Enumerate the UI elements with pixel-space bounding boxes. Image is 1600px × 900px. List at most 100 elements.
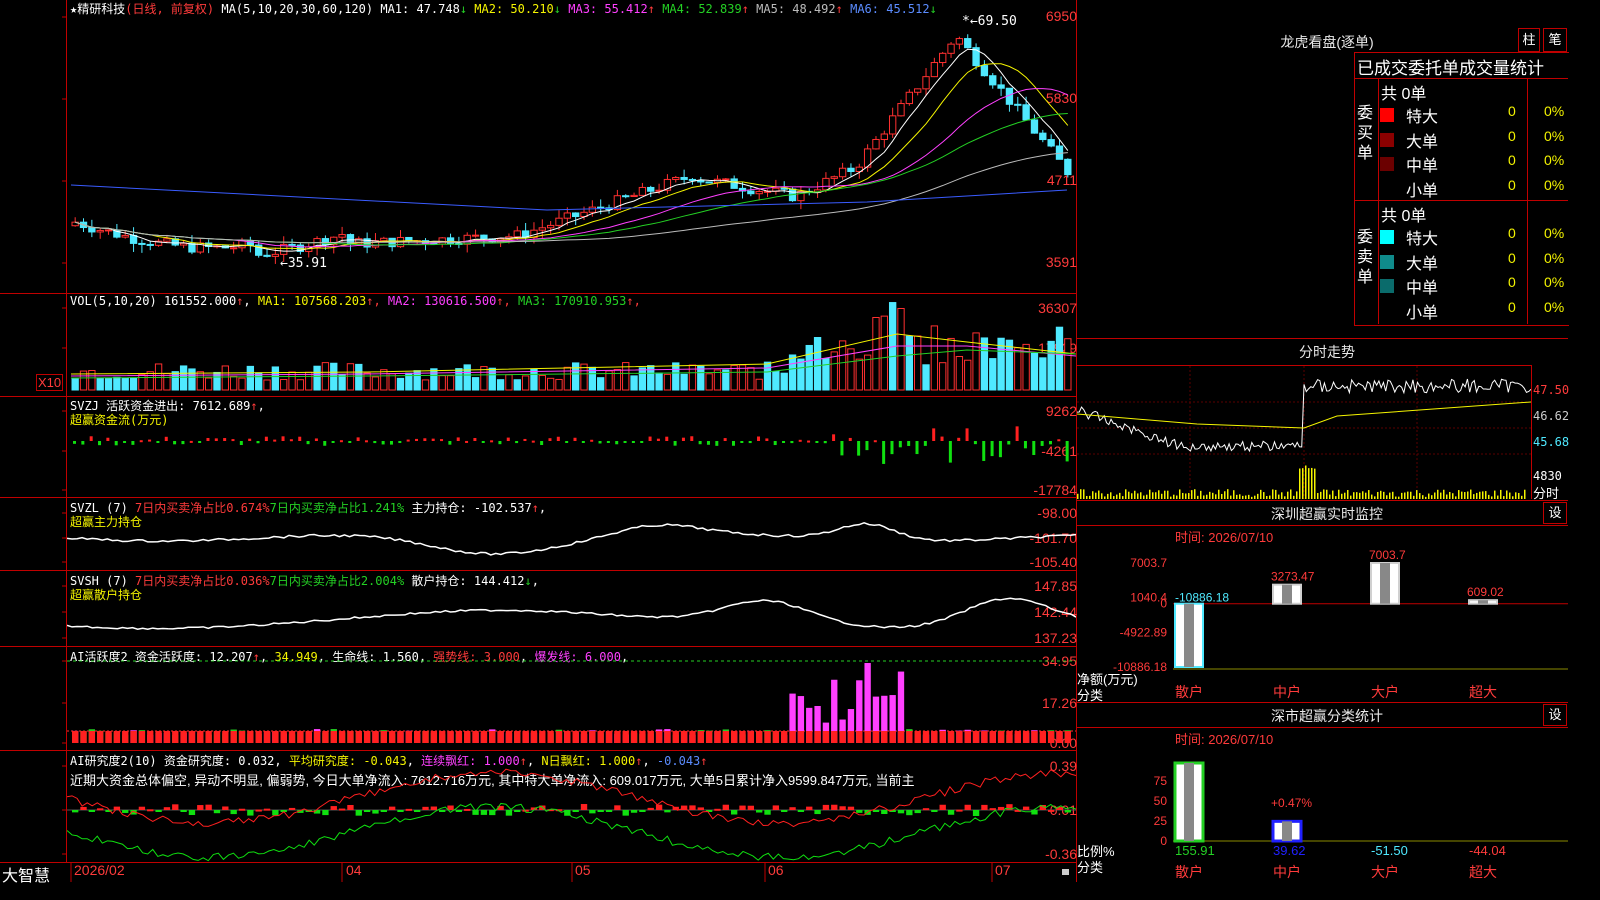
flow-bar (273, 439, 277, 442)
activity-base (105, 731, 112, 743)
volume-bar (204, 377, 213, 391)
research-bar (514, 810, 521, 812)
intraday-vol-bar (1473, 494, 1475, 499)
research-bar (338, 808, 346, 811)
intraday-vol-bar (1197, 495, 1199, 499)
realtime-bar-chart[interactable]: 7003.71040.40-4922.89-10886.18-10886.18散… (1077, 541, 1568, 701)
intraday-vol-bar (1395, 496, 1397, 499)
research-bar (822, 804, 830, 810)
order-count: 0 (1508, 103, 1516, 119)
flow-bar (882, 441, 886, 464)
flow-bar (890, 441, 894, 455)
volume-chart[interactable] (67, 294, 1076, 396)
intraday-vol-bar (1266, 495, 1268, 499)
volume-bar (939, 362, 947, 391)
activity-chart[interactable] (67, 647, 1076, 750)
flow-bar (631, 441, 635, 443)
candle (238, 240, 246, 249)
color-swatch (1380, 254, 1394, 269)
intraday-vol-bar (1356, 492, 1358, 499)
volume-bar (905, 335, 914, 391)
classify-bar-chart[interactable]: 75 50 25 0 +0.47% 155.91 散户 39.62 中户 -51.50 大户 -44.… (1077, 743, 1568, 883)
longhu-grid (1354, 200, 1568, 201)
volume-bar (313, 365, 321, 391)
research-bar (589, 810, 596, 814)
activity-base (1056, 731, 1063, 743)
research-bar (80, 806, 87, 810)
realtime-settings-button[interactable]: 设 (1543, 502, 1567, 524)
main-force-holding-chart[interactable] (67, 498, 1076, 570)
volume-bar (513, 379, 521, 391)
research-bar (505, 810, 513, 816)
lock-icon (1062, 869, 1069, 875)
order-count: 0 (1508, 298, 1516, 315)
intraday-vol-bar (1149, 489, 1151, 499)
category-label: 中户 (1273, 684, 1301, 700)
classify-settings-button[interactable]: 设 (1543, 704, 1567, 726)
intraday-vol-bar (1371, 494, 1373, 499)
order-pct: 0% (1544, 225, 1565, 241)
activity-base (764, 731, 771, 743)
order-type: 特大 (1406, 109, 1439, 126)
activity-base (1047, 731, 1055, 743)
fund-flow-chart[interactable] (67, 397, 1076, 497)
research-bar (97, 808, 104, 811)
chart-area[interactable]: ★精研科技(日线, 前复权) MA(5,10,20,30,60,120) MA1… (0, 0, 1077, 885)
activity-base (414, 731, 421, 743)
volume-bar (263, 379, 271, 391)
flow-bar (932, 428, 936, 441)
flow-bar (139, 440, 143, 443)
volume-bar (705, 373, 713, 391)
color-swatch (1380, 230, 1394, 244)
volume-bar (880, 315, 888, 391)
activity-base (972, 731, 980, 743)
intraday-vol-bar (1404, 492, 1406, 499)
order-stats-header[interactable]: 已成交委托单成交量统计 (1357, 54, 1544, 79)
intraday-vol-bar (1326, 489, 1328, 499)
retail-holding-chart[interactable] (67, 571, 1076, 646)
candle (722, 178, 730, 181)
intraday-vol-bar (1512, 496, 1514, 499)
candlestick-chart[interactable] (67, 0, 1076, 293)
bar-toggle-button[interactable]: 柱 (1518, 28, 1540, 52)
candle (939, 52, 947, 64)
candle (822, 177, 830, 191)
activity-base (997, 731, 1005, 743)
candle (622, 195, 630, 198)
activity-base (280, 731, 287, 743)
research-bar (897, 810, 905, 814)
activity-base (555, 731, 563, 743)
intraday-vol-bar (1323, 489, 1325, 499)
flow-bar (423, 438, 427, 441)
activity-base (405, 731, 413, 743)
volume-bar (229, 375, 238, 391)
activity-base (197, 731, 204, 743)
flow-bar (548, 438, 552, 441)
intraday-vol-bar (1470, 489, 1472, 499)
flow-bar (973, 441, 977, 445)
intraday-vol-bar (1215, 494, 1217, 499)
intraday-panel[interactable]: 分时走势 47.50 46.62 45.68 4830 分时 (1077, 338, 1569, 501)
flow-bar (782, 441, 786, 443)
intraday-vol-bar (1338, 489, 1340, 499)
candle (146, 243, 154, 246)
ma-line (75, 48, 1069, 252)
intraday-vol-bar (1260, 489, 1262, 499)
research-bar (430, 806, 438, 810)
pen-toggle-button[interactable]: 笔 (1543, 28, 1567, 52)
research-bar (1047, 809, 1055, 812)
research-chart[interactable] (67, 751, 1076, 862)
research-bar (489, 810, 496, 816)
intraday-vol-bar (1263, 492, 1265, 499)
flow-bar (957, 437, 961, 441)
research-bar (347, 804, 354, 810)
intraday-chart[interactable] (1077, 366, 1531, 499)
intraday-vol-bar (1458, 490, 1460, 499)
candle (705, 181, 713, 184)
volume-bar (964, 359, 972, 391)
research-bar (797, 810, 805, 812)
order-type: 中单 (1406, 280, 1439, 297)
activity-base (72, 731, 79, 743)
candle (905, 91, 914, 105)
volume-bar (755, 378, 763, 391)
